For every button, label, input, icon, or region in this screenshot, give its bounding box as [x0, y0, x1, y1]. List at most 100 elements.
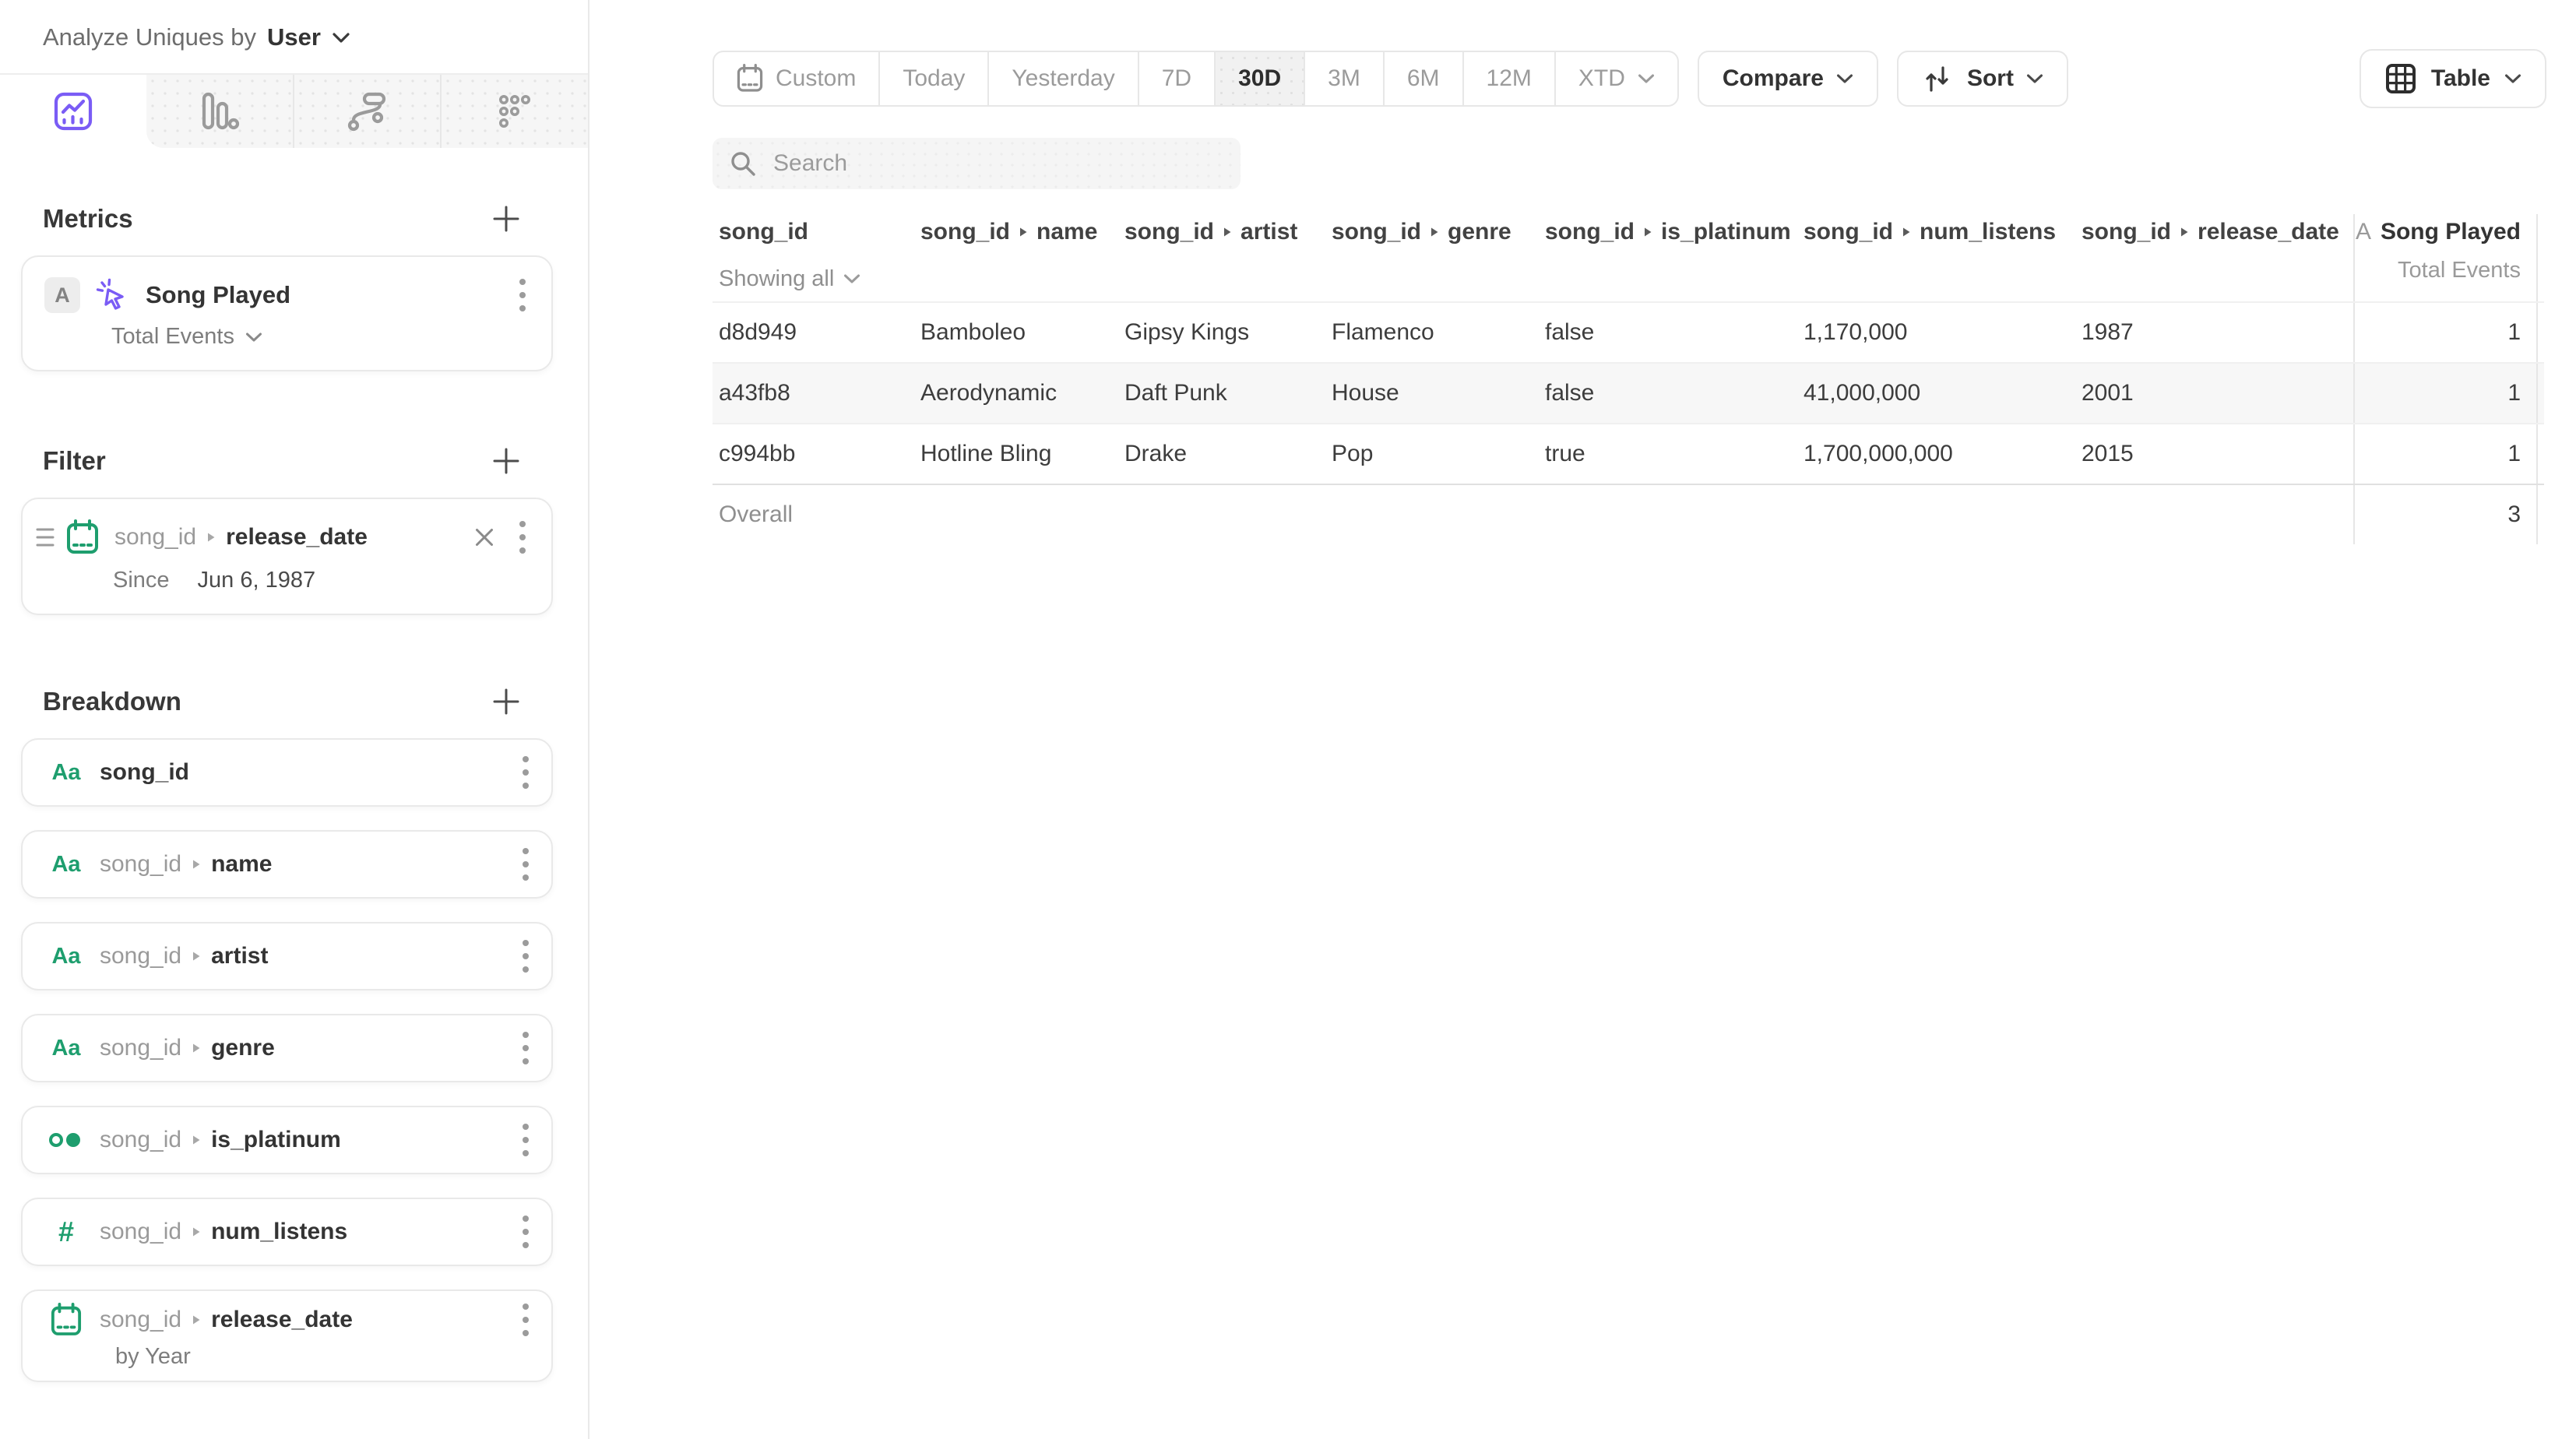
analyze-entity-dropdown[interactable]: User [267, 23, 350, 51]
date-range-xtd[interactable]: XTD [1554, 52, 1677, 105]
search-input[interactable] [773, 150, 1223, 177]
table-cell: 1,700,000,000 [1797, 424, 2075, 484]
add-filter-button[interactable] [493, 448, 519, 474]
breadcrumb-triangle-icon [2179, 226, 2190, 238]
table-body: d8d949BamboleoGipsy KingsFlamencofalse1,… [713, 301, 2544, 484]
breakdown-property-prefix: song_id [100, 943, 181, 969]
breakdown-section-header: Breakdown [43, 687, 519, 716]
visualization-selector-button[interactable]: Table [2360, 49, 2546, 108]
breakdown-card-artist[interactable]: Aa song_idartist [21, 922, 553, 990]
report-tab-retention-dots[interactable] [440, 75, 588, 148]
breakdown-menu-button[interactable] [519, 846, 533, 882]
table-row[interactable]: a43fb8AerodynamicDaft PunkHousefalse41,0… [713, 362, 2544, 423]
filter-card[interactable]: song_id release_date Since Jun 6, 1987 [21, 498, 553, 615]
table-row[interactable]: c994bbHotline BlingDrakePoptrue1,700,000… [713, 423, 2544, 484]
breakdown-property-prefix: song_id [100, 1219, 181, 1245]
breakdown-modifier[interactable]: by Year [115, 1344, 533, 1370]
date-range-label: 7D [1162, 65, 1191, 92]
report-tab-funnel-bars[interactable] [146, 75, 293, 148]
add-breakdown-button[interactable] [493, 688, 519, 715]
date-range-yesterday[interactable]: Yesterday [987, 52, 1137, 105]
table-cell: 41,000,000 [1797, 364, 2075, 423]
date-range-6m[interactable]: 6M [1383, 52, 1462, 105]
date-range-3m[interactable]: 3M [1304, 52, 1383, 105]
report-type-tabbar [0, 73, 588, 148]
metric-aggregation-dropdown[interactable]: Total Events [111, 324, 530, 350]
column-header-metric[interactable]: A Song Played Total Events [2353, 214, 2538, 301]
breadcrumb-triangle-icon [191, 1314, 202, 1326]
search-icon [730, 150, 756, 177]
breakdown-title: Breakdown [43, 687, 181, 716]
table-row[interactable]: d8d949BamboleoGipsy KingsFlamencofalse1,… [713, 301, 2544, 362]
date-range-label: Custom [776, 65, 856, 92]
breakdown-property-name: is_platinum [211, 1127, 341, 1153]
showing-all-dropdown[interactable]: Showing all [719, 266, 914, 292]
drag-handle-icon[interactable] [35, 525, 55, 550]
date-range-today[interactable]: Today [878, 52, 987, 105]
string-type-icon: Aa [48, 853, 84, 876]
column-header-artist[interactable]: song_idartist [1118, 214, 1325, 245]
table-cell: Hotline Bling [914, 424, 1118, 484]
breakdown-card-genre[interactable]: Aa song_idgenre [21, 1014, 553, 1082]
metric-sub-label: Total Events [2355, 258, 2521, 283]
report-tab-flows-path[interactable] [293, 75, 441, 148]
filter-menu-button[interactable] [516, 519, 530, 555]
breakdown-menu-button[interactable] [519, 1122, 533, 1158]
table-cell: false [1539, 303, 1797, 362]
breakdown-card-name[interactable]: Aa song_idname [21, 830, 553, 899]
sort-button[interactable]: Sort [1897, 51, 2068, 107]
date-type-icon [48, 1303, 84, 1337]
table-cell: a43fb8 [713, 364, 914, 423]
filter-operator-dropdown[interactable]: Since [113, 568, 170, 593]
column-header-release_date[interactable]: song_idrelease_date [2075, 214, 2353, 245]
breakdown-menu-button[interactable] [519, 1214, 533, 1250]
flows-path-icon [346, 90, 388, 132]
compare-button[interactable]: Compare [1698, 51, 1878, 107]
breakdown-property-prefix: song_id [100, 1127, 181, 1153]
breakdown-property-name: num_listens [211, 1219, 347, 1245]
metric-card[interactable]: A Song Played Total Events [21, 255, 553, 371]
date-range-7d[interactable]: 7D [1138, 52, 1214, 105]
table-cell: Daft Punk [1118, 364, 1325, 423]
table-header-row: song_idsong_idnamesong_idartistsong_idge… [713, 214, 2544, 301]
date-range-12m[interactable]: 12M [1462, 52, 1554, 105]
metric-letter: A [2356, 219, 2371, 245]
remove-filter-button[interactable] [473, 526, 495, 548]
breakdown-menu-button[interactable] [519, 755, 533, 790]
column-header-num_listens[interactable]: song_idnum_listens [1797, 214, 2075, 245]
report-tab-insights-chart[interactable] [0, 75, 146, 148]
results-table: song_idsong_idnamesong_idartistsong_idge… [713, 214, 2544, 544]
number-type-icon: # [48, 1218, 84, 1246]
table-cell: 1,170,000 [1797, 303, 2075, 362]
breakdown-card-song_id[interactable]: Aa song_id [21, 738, 553, 807]
filter-value[interactable]: Jun 6, 1987 [198, 568, 316, 593]
metric-name: Song Played [2381, 219, 2521, 245]
metrics-title: Metrics [43, 204, 133, 234]
metric-menu-button[interactable] [516, 277, 530, 313]
breakdown-card-num_listens[interactable]: # song_id num_listens [21, 1198, 553, 1266]
report-toolbar: Custom TodayYesterday 7D 30D3M6M12MXTD Comp… [713, 49, 2546, 108]
column-header-name[interactable]: song_idname [914, 214, 1118, 245]
date-range-custom[interactable]: Custom [714, 52, 878, 105]
breakdown-menu-button[interactable] [519, 1302, 533, 1338]
breakdown-menu-button[interactable] [519, 938, 533, 974]
compare-label: Compare [1723, 65, 1824, 92]
column-header-song_id[interactable]: song_id [713, 214, 914, 245]
filter-property-prefix: song_id [114, 524, 196, 551]
column-header-is_platinum[interactable]: song_idis_platinum [1539, 214, 1797, 245]
table-cell: Aerodynamic [914, 364, 1118, 423]
breakdown-menu-button[interactable] [519, 1030, 533, 1066]
column-header-genre[interactable]: song_idgenre [1325, 214, 1539, 245]
table-cell: c994bb [713, 424, 914, 484]
report-main: Custom TodayYesterday 7D 30D3M6M12MXTD Comp… [589, 0, 2576, 1439]
breakdown-card-is_platinum[interactable]: song_id is_platinum [21, 1106, 553, 1174]
breakdown-property: song_idrelease_date [100, 1307, 519, 1333]
metric-value-cell: 1 [2353, 303, 2538, 362]
string-type-icon: Aa [48, 945, 84, 968]
breakdown-card-release_date[interactable]: song_idrelease_date by Year [21, 1289, 553, 1382]
analyze-header: Analyze Uniques by User [0, 0, 588, 51]
overall-value: 3 [2353, 485, 2538, 544]
date-range-30d[interactable]: 30D [1214, 52, 1304, 105]
sort-label: Sort [1967, 65, 2014, 92]
add-metric-button[interactable] [493, 206, 519, 232]
